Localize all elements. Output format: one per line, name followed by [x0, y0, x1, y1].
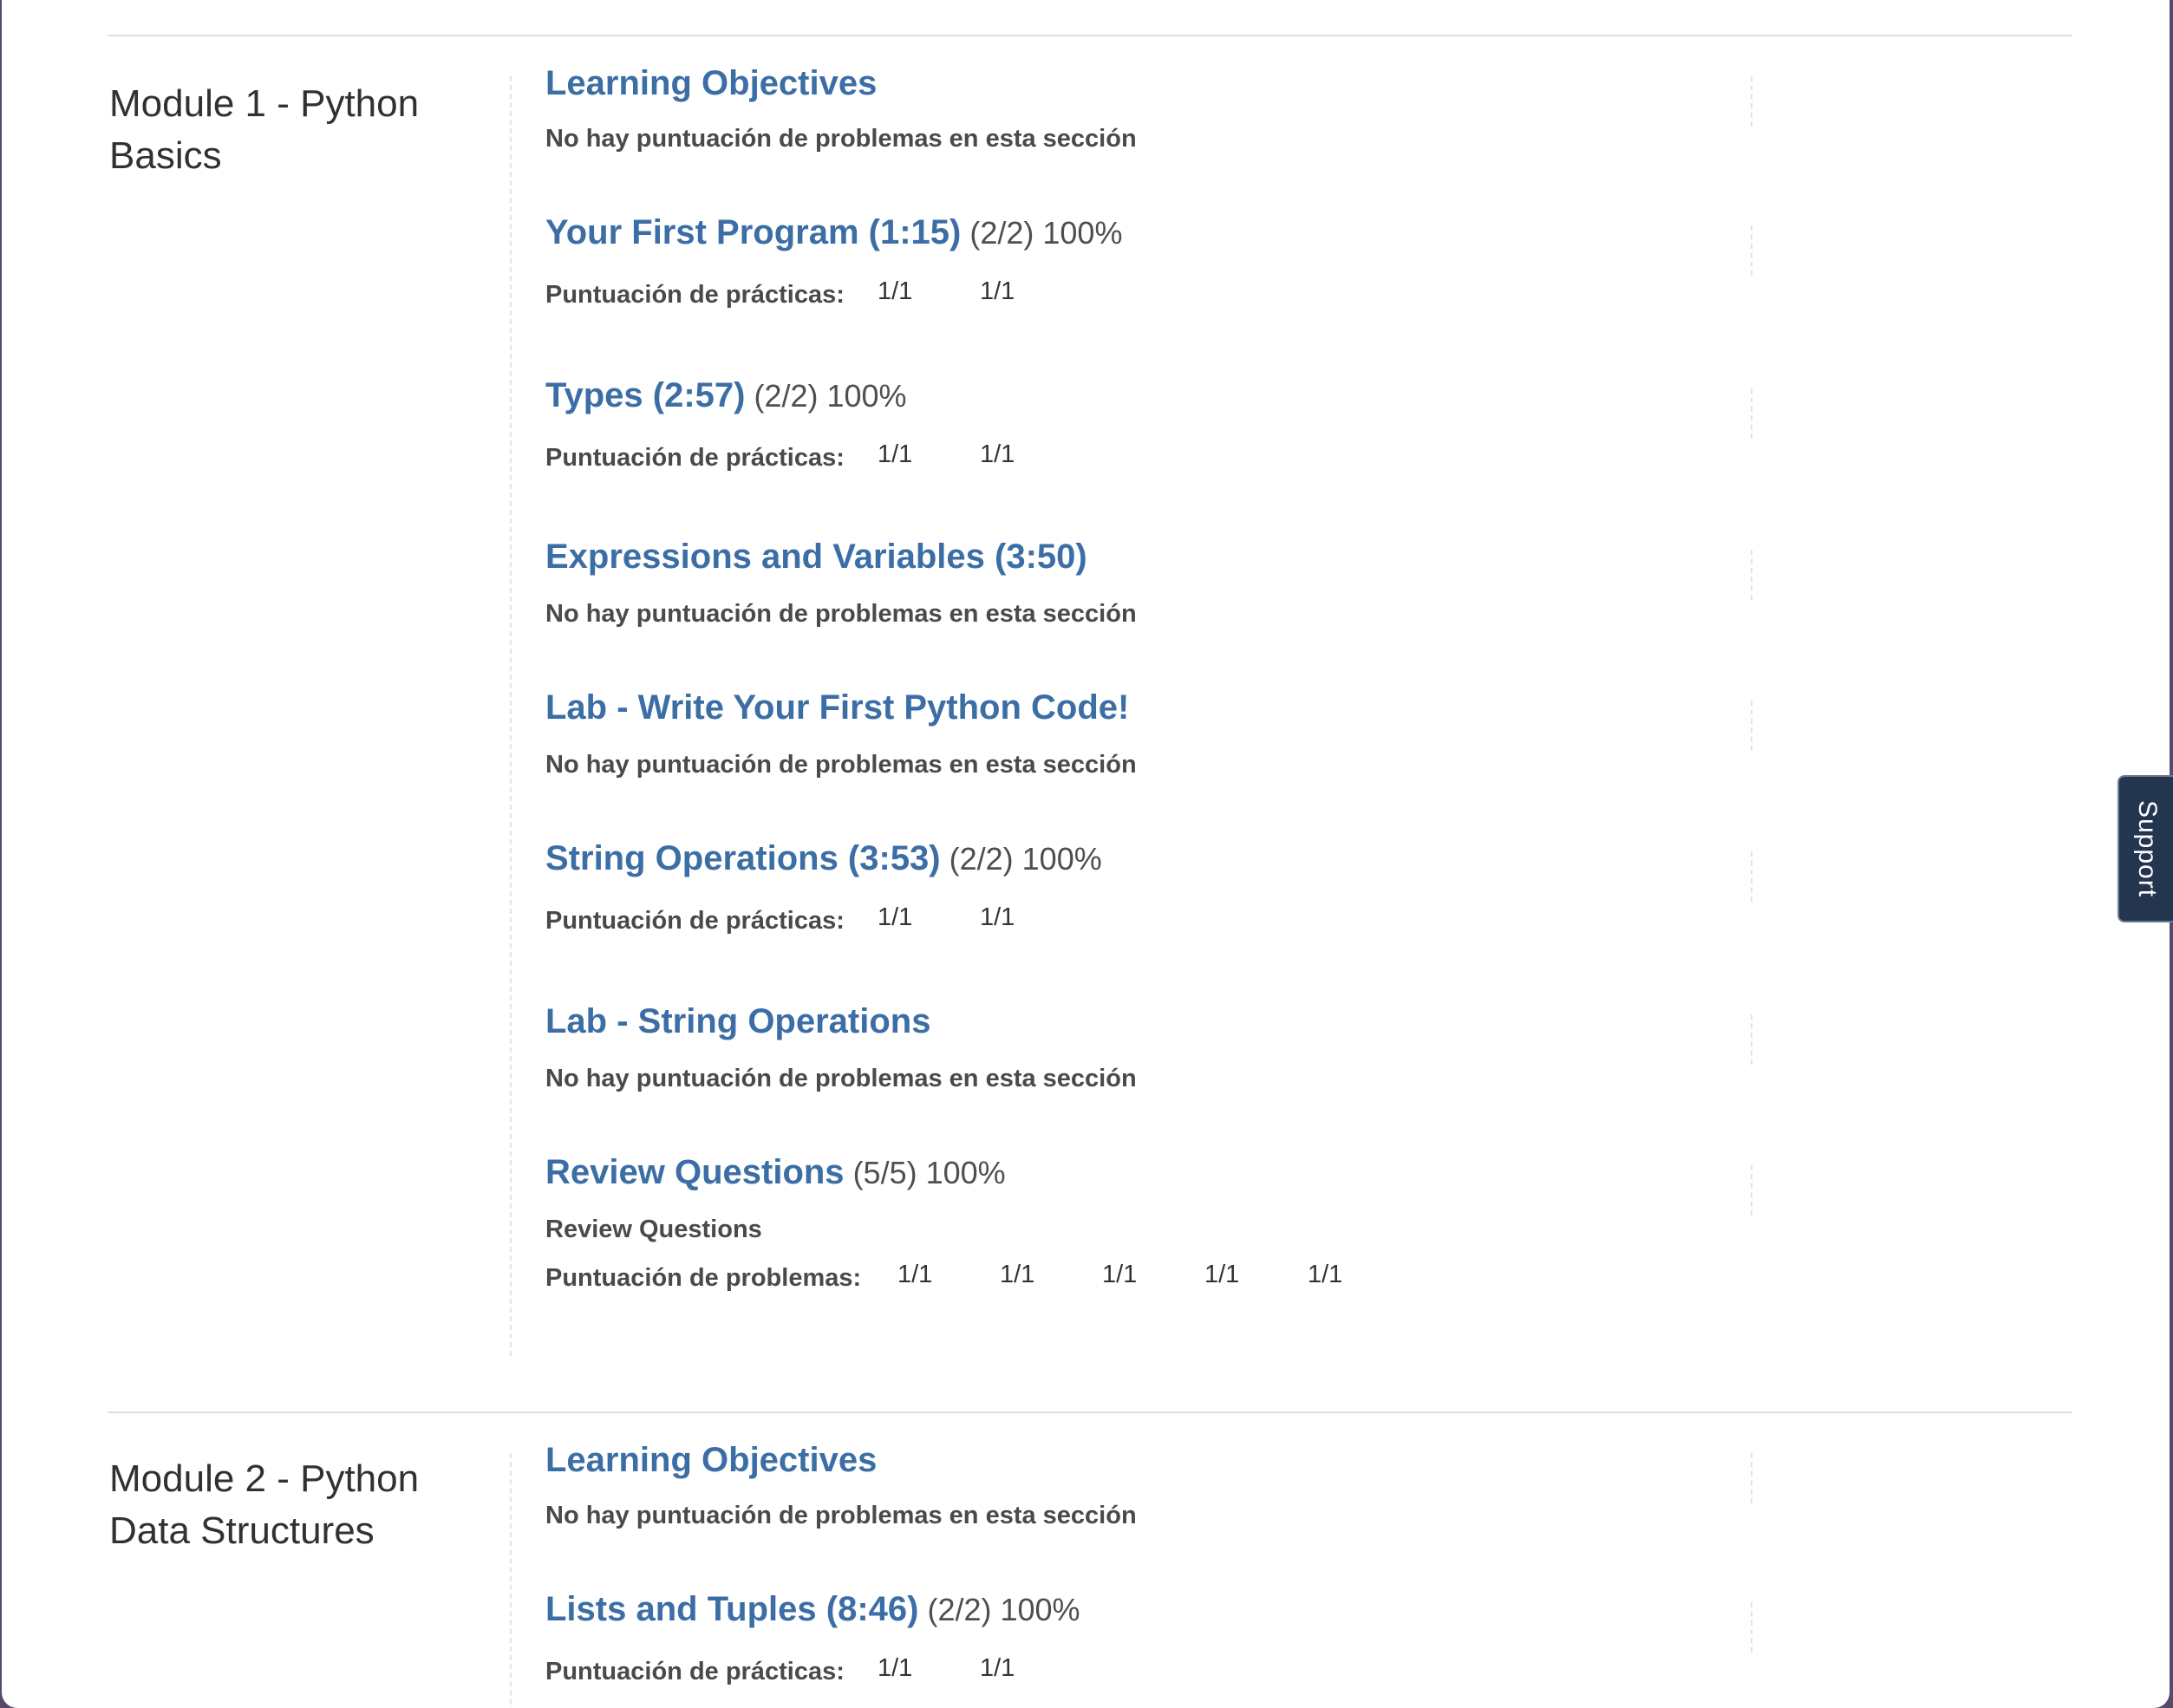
section-divider — [1751, 1453, 1752, 1503]
chapter-separator — [108, 1411, 2072, 1413]
section-header: Lab - String Operations — [545, 997, 930, 1046]
scores-label: Puntuación de prácticas: — [545, 1658, 845, 1685]
section-link[interactable]: Learning Objectives — [545, 1441, 877, 1479]
practice-scores: Puntuación de prácticas: 1/1 1/1 — [545, 440, 1015, 475]
practice-scores: Puntuación de prácticas: 1/1 1/1 — [545, 1654, 1015, 1689]
section-score: (2/2) 100% — [927, 1592, 1080, 1627]
section-header: Expressions and Variables (3:50) — [545, 532, 1087, 581]
section-score: (2/2) 100% — [969, 215, 1123, 251]
section-divider — [1751, 1165, 1752, 1216]
section-header: Types (2:57) (2/2) 100% — [545, 371, 907, 420]
score-item: 1/1 — [1204, 1261, 1240, 1288]
chapter-divider — [510, 1453, 512, 1708]
section-header: Lists and Tuples (8:46) (2/2) 100% — [545, 1585, 1080, 1634]
section-link[interactable]: Types (2:57) — [545, 376, 745, 414]
no-score-note: No hay puntuación de problemas en esta s… — [545, 751, 1137, 779]
score-item: 1/1 — [980, 440, 1015, 468]
score-item: 1/1 — [980, 903, 1015, 931]
support-button[interactable]: Support — [2118, 775, 2173, 922]
section-link[interactable]: Your First Program (1:15) — [545, 213, 961, 251]
scores-label: Puntuación de problemas: — [545, 1264, 862, 1292]
section-link[interactable]: Learning Objectives — [545, 64, 877, 102]
progress-card: Module 1 - Python Basics Learning Object… — [2, 0, 2170, 1708]
section-link[interactable]: Expressions and Variables (3:50) — [545, 538, 1087, 576]
chapter-divider — [510, 76, 512, 1356]
section-link[interactable]: Lab - Write Your First Python Code! — [545, 688, 1129, 727]
section-score: (2/2) 100% — [754, 378, 907, 414]
score-item: 1/1 — [878, 1654, 913, 1682]
section-header: Learning Objectives — [545, 1436, 877, 1484]
score-item: 1/1 — [897, 1261, 933, 1288]
score-item: 1/1 — [878, 903, 913, 931]
section-link[interactable]: Lab - String Operations — [545, 1002, 930, 1040]
problem-scores: Puntuación de problemas: 1/1 1/1 1/1 1/1… — [545, 1261, 1342, 1295]
practice-scores: Puntuación de prácticas: 1/1 1/1 — [545, 903, 1015, 938]
section-header: Review Questions (5/5) 100% — [545, 1148, 1006, 1197]
section-header: Lab - Write Your First Python Code! — [545, 683, 1129, 732]
no-score-note: No hay puntuación de problemas en esta s… — [545, 600, 1137, 628]
section-divider — [1751, 388, 1752, 439]
scores-label: Puntuación de prácticas: — [545, 444, 845, 472]
scores-label: Puntuación de prácticas: — [545, 281, 845, 309]
section-link[interactable]: Review Questions — [545, 1153, 845, 1191]
section-divider — [1751, 851, 1752, 902]
section-header: Learning Objectives — [545, 59, 877, 108]
chapter-title: Module 1 - Python Basics — [109, 82, 420, 177]
score-item: 1/1 — [1000, 1261, 1035, 1288]
section-header: Your First Program (1:15) (2/2) 100% — [545, 208, 1122, 258]
support-label: Support — [2133, 799, 2162, 898]
score-item: 1/1 — [980, 277, 1015, 305]
practice-scores: Puntuación de prácticas: 1/1 1/1 — [545, 277, 1015, 312]
score-item: 1/1 — [878, 440, 913, 468]
chapter-title: Module 2 - Python Data Structures — [109, 1457, 420, 1552]
section-header: String Operations (3:53) (2/2) 100% — [545, 834, 1102, 883]
no-score-note: No hay puntuación de problemas en esta s… — [545, 1502, 1137, 1529]
section-divider — [1751, 1014, 1752, 1065]
score-item: 1/1 — [980, 1654, 1015, 1682]
no-score-note: No hay puntuación de problemas en esta s… — [545, 1065, 1137, 1092]
section-link[interactable]: String Operations (3:53) — [545, 839, 941, 877]
section-divider — [1751, 76, 1752, 127]
section-divider — [1751, 701, 1752, 751]
scores-label: Puntuación de prácticas: — [545, 907, 845, 935]
score-item: 1/1 — [878, 277, 913, 305]
section-score: (2/2) 100% — [949, 841, 1102, 877]
score-item: 1/1 — [1102, 1261, 1138, 1288]
top-divider — [108, 35, 2072, 36]
section-score: (5/5) 100% — [852, 1155, 1006, 1190]
section-link[interactable]: Lists and Tuples (8:46) — [545, 1590, 918, 1628]
subsection-label: Review Questions — [545, 1216, 762, 1243]
section-divider — [1751, 225, 1752, 276]
section-divider — [1751, 1602, 1752, 1653]
no-score-note: No hay puntuación de problemas en esta s… — [545, 125, 1137, 153]
section-divider — [1751, 550, 1752, 600]
score-item: 1/1 — [1308, 1261, 1343, 1288]
